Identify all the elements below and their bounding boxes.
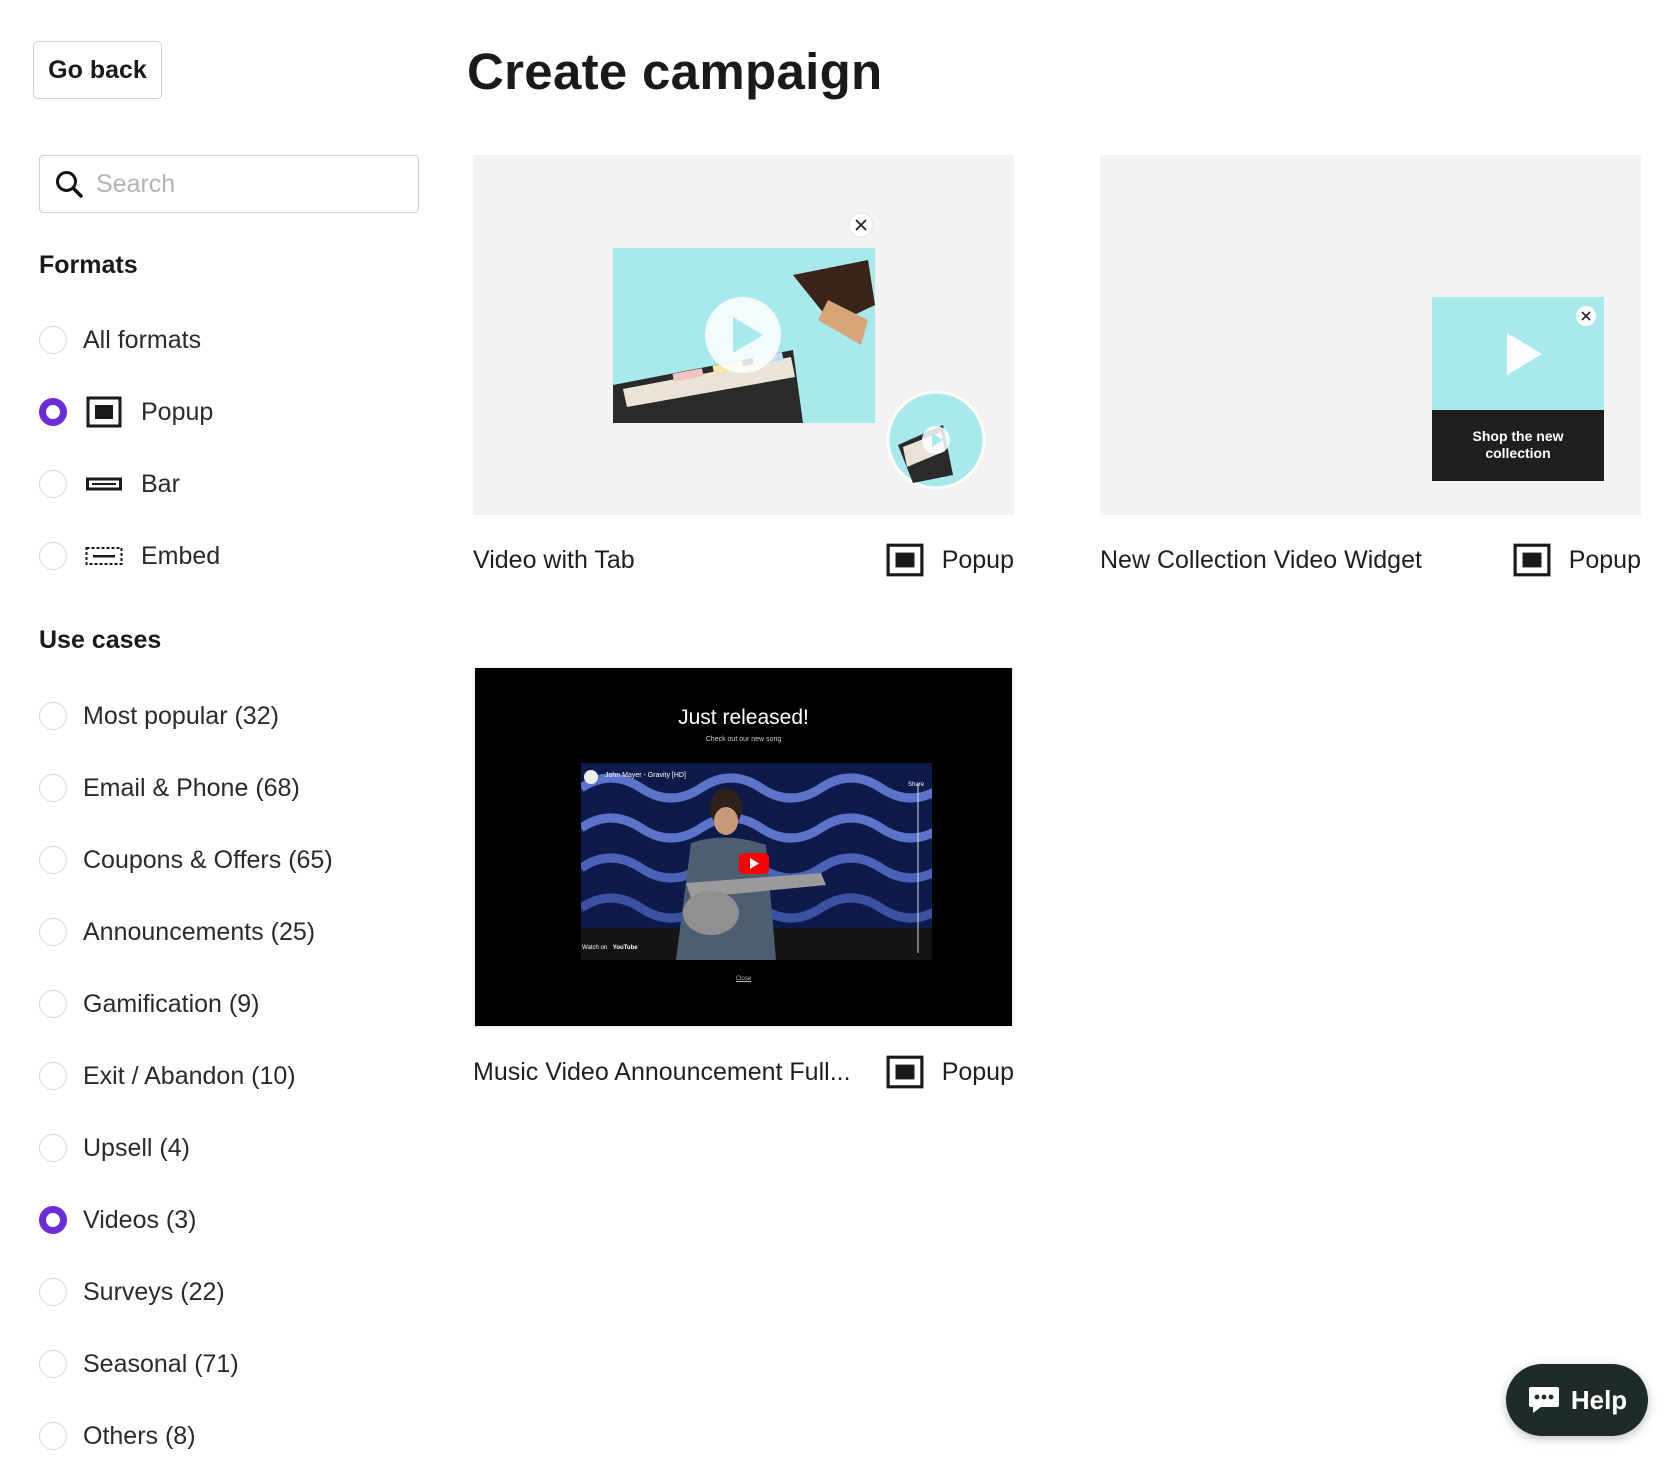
template-type-label: Popup xyxy=(941,545,1014,574)
filter-label: Coupons & Offers (65) xyxy=(83,845,333,874)
template-name: New Collection Video Widget xyxy=(1100,545,1422,574)
radio-button[interactable] xyxy=(39,774,67,802)
format-option-all[interactable]: All formats xyxy=(39,304,220,376)
popup-icon xyxy=(886,1055,924,1089)
use-case-option-videos[interactable]: Videos (3) xyxy=(39,1184,333,1256)
filter-label: Others (8) xyxy=(83,1421,196,1450)
go-back-button[interactable]: Go back xyxy=(33,41,162,99)
popup-icon xyxy=(886,543,924,577)
video-frame-graphic xyxy=(581,770,932,960)
radio-button[interactable] xyxy=(39,918,67,946)
bar-icon xyxy=(83,477,125,491)
radio-button-selected[interactable] xyxy=(39,1206,67,1234)
share-label: Share xyxy=(907,782,924,788)
format-option-embed[interactable]: Embed xyxy=(39,520,220,592)
filter-label: Popup xyxy=(141,397,214,426)
radio-button[interactable] xyxy=(39,846,67,874)
use-cases-heading: Use cases xyxy=(39,626,162,654)
template-type: Popup xyxy=(886,543,1014,577)
filter-label: Bar xyxy=(141,469,180,498)
template-name: Music Video Announcement Full... xyxy=(473,1057,851,1086)
radio-button-selected[interactable] xyxy=(39,398,67,426)
use-cases-list: Most popular (32) Email & Phone (68) Cou… xyxy=(39,680,333,1460)
use-case-option[interactable]: Exit / Abandon (10) xyxy=(39,1040,333,1112)
page-title: Create campaign xyxy=(467,43,883,100)
filter-label: Seasonal (71) xyxy=(83,1349,239,1378)
preview-close-link: Close xyxy=(735,976,752,982)
radio-button[interactable] xyxy=(39,326,67,354)
use-case-option[interactable]: Announcements (25) xyxy=(39,896,333,968)
template-thumbnail[interactable] xyxy=(473,155,1014,515)
radio-button[interactable] xyxy=(39,702,67,730)
filter-label: Email & Phone (68) xyxy=(83,773,300,802)
template-meta: Music Video Announcement Full... Popup xyxy=(473,1054,1014,1090)
use-case-option[interactable]: Surveys (22) xyxy=(39,1256,333,1328)
template-thumbnail[interactable]: Shop the new collection xyxy=(1100,155,1641,515)
template-type-label: Popup xyxy=(941,1057,1014,1086)
popup-icon xyxy=(83,396,125,428)
filter-label: All formats xyxy=(83,325,202,354)
search-input[interactable] xyxy=(96,169,386,199)
template-thumbnail[interactable]: Just released! Check out our new song Jo… xyxy=(473,667,1014,1027)
template-meta: New Collection Video Widget Popup xyxy=(1100,542,1641,578)
filter-label: Videos (3) xyxy=(83,1205,197,1234)
radio-button[interactable] xyxy=(39,1062,67,1090)
watch-on-label: Watch on YouTube xyxy=(582,945,638,951)
filter-label: Surveys (22) xyxy=(83,1277,225,1306)
embed-icon xyxy=(83,546,125,566)
use-case-option[interactable]: Gamification (9) xyxy=(39,968,333,1040)
filter-label: Upsell (4) xyxy=(83,1133,190,1162)
preview-subheading: Check out our new song xyxy=(705,736,782,743)
radio-button[interactable] xyxy=(39,990,67,1018)
template-card[interactable]: Shop the new collection New Collection V… xyxy=(1100,155,1641,578)
template-type-label: Popup xyxy=(1568,545,1641,574)
use-case-option[interactable]: Email & Phone (68) xyxy=(39,752,333,824)
youtube-label: YouTube xyxy=(612,945,638,951)
video-title: John Mayer - Gravity [HD] xyxy=(605,772,686,779)
filter-label: Embed xyxy=(141,541,221,570)
widget-caption: Shop the new collection xyxy=(1472,428,1564,461)
watch-on-text: Watch on xyxy=(582,945,608,951)
radio-button[interactable] xyxy=(39,542,67,570)
use-case-option[interactable]: Coupons & Offers (65) xyxy=(39,824,333,896)
template-type: Popup xyxy=(886,1055,1014,1089)
template-card[interactable]: Just released! Check out our new song Jo… xyxy=(473,667,1014,1090)
use-case-option[interactable]: Upsell (4) xyxy=(39,1112,333,1184)
template-card[interactable]: Video with Tab Popup xyxy=(473,155,1014,578)
page: Go back Formats All formats Popup Bar xyxy=(0,0,1668,1460)
formats-list: All formats Popup Bar Embed xyxy=(39,304,220,592)
popup-icon xyxy=(1513,543,1551,577)
formats-heading: Formats xyxy=(39,251,138,279)
radio-button[interactable] xyxy=(39,1350,67,1378)
use-case-option[interactable]: Seasonal (71) xyxy=(39,1328,333,1400)
radio-button[interactable] xyxy=(39,1422,67,1450)
radio-button[interactable] xyxy=(39,1134,67,1162)
filter-label: Gamification (9) xyxy=(83,989,260,1018)
search-field[interactable] xyxy=(39,155,419,213)
template-meta: Video with Tab Popup xyxy=(473,542,1014,578)
search-icon xyxy=(56,171,83,198)
embedded-video: John Mayer - Gravity [HD] Share Watch on… xyxy=(581,763,932,960)
filter-label: Exit / Abandon (10) xyxy=(83,1061,296,1090)
radio-button[interactable] xyxy=(39,470,67,498)
help-label: Help xyxy=(1570,1384,1628,1415)
chat-bubble-icon xyxy=(1528,1387,1559,1413)
template-type: Popup xyxy=(1513,543,1641,577)
format-option-bar[interactable]: Bar xyxy=(39,448,220,520)
filter-label: Most popular (32) xyxy=(83,701,279,730)
fullscreen-popup-preview: Just released! Check out our new song Jo… xyxy=(475,668,1012,1026)
preview-heading: Just released! xyxy=(678,706,809,729)
radio-button[interactable] xyxy=(39,1278,67,1306)
format-option-popup[interactable]: Popup xyxy=(39,376,220,448)
use-case-option[interactable]: Others (8) xyxy=(39,1400,333,1460)
help-button[interactable]: Help xyxy=(1506,1364,1648,1436)
filter-label: Announcements (25) xyxy=(83,917,316,946)
video-popup-preview xyxy=(613,212,986,490)
template-name: Video with Tab xyxy=(473,545,635,574)
use-case-option[interactable]: Most popular (32) xyxy=(39,680,333,752)
